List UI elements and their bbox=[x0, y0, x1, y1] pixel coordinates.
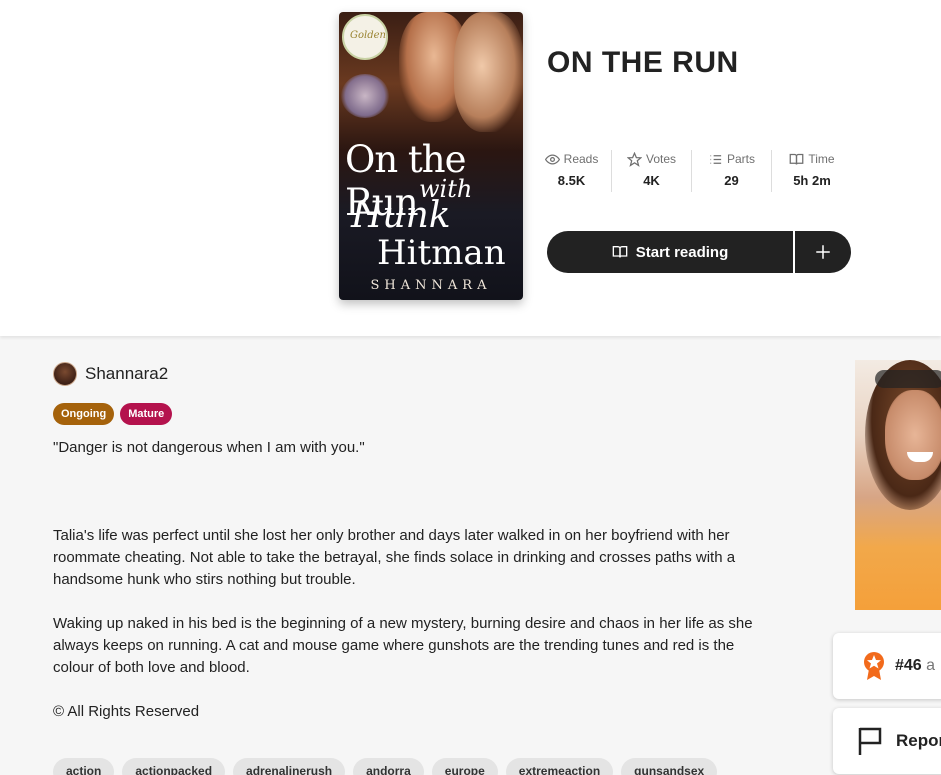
cover-title-line3: Hunk bbox=[351, 195, 451, 236]
status-badge-mature: Mature bbox=[120, 403, 173, 425]
report-button[interactable]: Report bbox=[833, 708, 941, 774]
description-paragraph-1: Talia's life was perfect until she lost … bbox=[53, 527, 736, 588]
stat-label-votes: Votes bbox=[645, 152, 677, 166]
advertisement-image[interactable] bbox=[855, 360, 941, 610]
cover-figure-woman bbox=[454, 12, 523, 132]
tag-item[interactable]: andorra bbox=[353, 758, 424, 775]
tag-item[interactable]: extremeaction bbox=[505, 758, 614, 775]
stat-value-votes: 4K bbox=[643, 173, 660, 188]
cover-author: SHANNARA bbox=[370, 278, 492, 293]
ranking-card[interactable]: #46 a bbox=[833, 633, 941, 699]
open-book-icon bbox=[612, 246, 628, 258]
cover-glow bbox=[341, 74, 389, 118]
ribbon-award-icon bbox=[864, 652, 884, 680]
start-reading-button[interactable]: Start reading bbox=[547, 231, 793, 273]
stat-votes: Votes 4K bbox=[612, 150, 692, 192]
avatar bbox=[53, 362, 77, 386]
stat-value-parts: 29 bbox=[724, 173, 739, 188]
sunglasses bbox=[875, 370, 941, 388]
stat-label-reads: Reads bbox=[563, 152, 599, 166]
stat-reads: Reads 8.5K bbox=[532, 150, 612, 192]
status-badge-ongoing: Ongoing bbox=[53, 403, 115, 425]
description-paragraph-2: Waking up naked in his bed is the beginn… bbox=[53, 615, 753, 676]
author-name: Shannara2 bbox=[85, 364, 169, 383]
book-icon bbox=[790, 153, 804, 165]
story-title: ON THE RUN bbox=[547, 46, 739, 79]
list-icon bbox=[710, 154, 722, 164]
tag-item[interactable]: europe bbox=[431, 758, 498, 775]
plus-icon bbox=[816, 245, 830, 259]
award-badge-icon: Golden bbox=[342, 14, 388, 60]
report-label: Report bbox=[896, 731, 941, 750]
stat-value-reads: 8.5K bbox=[557, 173, 586, 188]
stat-time: Time 5h 2m bbox=[772, 150, 852, 192]
story-header: Golden On the Run with Hunk Hitman SHANN… bbox=[0, 0, 941, 336]
story-tagline: "Danger is not dangerous when I am with … bbox=[53, 439, 365, 456]
flag-icon bbox=[858, 727, 882, 755]
tag-item[interactable]: actionpacked bbox=[122, 758, 226, 775]
tag-list: action actionpacked adrenalinerush andor… bbox=[53, 758, 718, 775]
eye-icon bbox=[544, 153, 560, 165]
cover-title-line4: Hitman bbox=[377, 233, 506, 273]
story-stats: Reads 8.5K Votes 4K Parts 29 Time 5h 2m bbox=[532, 150, 852, 192]
add-to-library-button[interactable] bbox=[795, 231, 851, 273]
star-icon bbox=[626, 151, 642, 167]
book-cover[interactable]: Golden On the Run with Hunk Hitman SHANN… bbox=[339, 12, 523, 300]
start-reading-label: Start reading bbox=[635, 243, 729, 261]
ranking-text: #46 a bbox=[895, 657, 936, 674]
tag-item[interactable]: action bbox=[53, 758, 115, 775]
author-link[interactable]: Shannara2 bbox=[53, 362, 168, 386]
tag-item[interactable]: adrenalinerush bbox=[233, 758, 346, 775]
tag-item[interactable]: gunsandsex bbox=[621, 758, 718, 775]
copyright-notice: © All Rights Reserved bbox=[53, 703, 200, 720]
stat-label-parts: Parts bbox=[726, 152, 755, 166]
stat-label-time: Time bbox=[808, 152, 835, 166]
status-tags: Ongoing Mature bbox=[53, 403, 173, 425]
stat-value-time: 5h 2m bbox=[793, 173, 831, 188]
stat-parts: Parts 29 bbox=[692, 150, 772, 192]
